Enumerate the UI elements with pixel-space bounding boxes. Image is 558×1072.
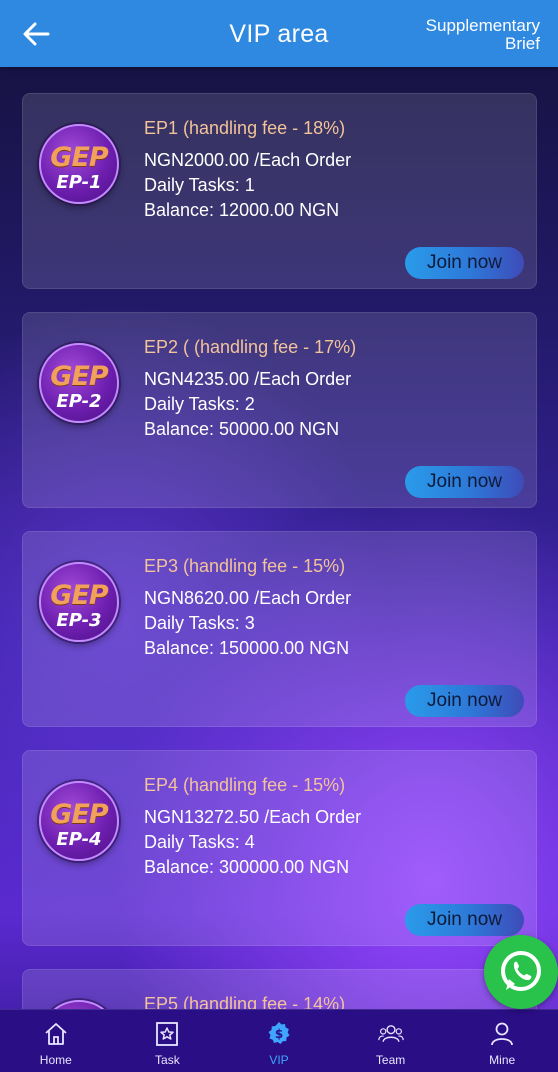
- daily-tasks: Daily Tasks: 3: [144, 613, 255, 633]
- badge-level: EP-2: [56, 391, 102, 412]
- tab-vip-label: VIP: [269, 1053, 289, 1067]
- balance: Balance: 50000.00 NGN: [144, 419, 340, 439]
- tab-team-label: Team: [375, 1053, 406, 1067]
- daily-tasks: Daily Tasks: 1: [144, 175, 255, 195]
- join-now-button[interactable]: Join now: [405, 247, 524, 279]
- join-now-button[interactable]: Join now: [405, 685, 524, 717]
- card-details: EP2 ( (handling fee - 17%) NGN4235.00 /E…: [144, 336, 524, 442]
- badge-logo: GEP: [50, 799, 108, 830]
- badge-logo: GEP: [50, 580, 108, 611]
- vip-card-ep2: GEP EP-2 EP2 ( (handling fee - 17%) NGN4…: [22, 312, 537, 508]
- vip-icon: $: [268, 1022, 290, 1044]
- vip-card-ep3: GEP EP-3 EP3 (handling fee - 15%) NGN862…: [22, 531, 537, 727]
- daily-tasks: Daily Tasks: 4: [144, 832, 255, 852]
- ep-badge-icon: GEP EP-1: [39, 124, 119, 204]
- order-price: NGN4235.00 /Each Order: [144, 369, 352, 389]
- daily-tasks: Daily Tasks: 2: [144, 394, 255, 414]
- tab-task-label: Task: [155, 1053, 180, 1067]
- task-icon: [156, 1022, 179, 1046]
- team-icon: [377, 1025, 404, 1043]
- card-details: EP3 (handling fee - 15%) NGN8620.00 /Eac…: [144, 555, 524, 661]
- badge-logo: GEP: [50, 361, 108, 392]
- vip-card-ep1: GEP EP-1 EP1 (handling fee - 18%) NGN200…: [22, 93, 537, 289]
- order-price: NGN8620.00 /Each Order: [144, 588, 352, 608]
- home-icon: [45, 1023, 67, 1045]
- badge-level: EP-4: [56, 829, 102, 850]
- join-now-button[interactable]: Join now: [405, 466, 524, 498]
- card-title: EP4 (handling fee - 15%): [144, 775, 346, 795]
- join-now-button[interactable]: Join now: [405, 904, 524, 936]
- badge-level: EP-3: [56, 610, 102, 631]
- ep-badge-icon: GEP EP-2: [39, 343, 119, 423]
- user-icon: [491, 1022, 514, 1046]
- tab-home-label: Home: [39, 1053, 72, 1067]
- balance: Balance: 300000.00 NGN: [144, 857, 350, 877]
- badge-level: EP-1: [56, 172, 102, 193]
- card-title: EP2 ( (handling fee - 17%): [144, 337, 357, 357]
- ep-badge-icon: GEP EP-3: [39, 562, 119, 642]
- svg-text:$: $: [275, 1027, 283, 1041]
- tab-home[interactable]: Home: [0, 1010, 112, 1072]
- whatsapp-chat-button[interactable]: [484, 935, 558, 1009]
- whatsapp-icon: [501, 951, 541, 991]
- badge-logo: GEP: [50, 142, 108, 173]
- balance: Balance: 150000.00 NGN: [144, 638, 350, 658]
- ep-badge-icon: GEP EP-4: [39, 781, 119, 861]
- card-details: EP4 (handling fee - 15%) NGN13272.50 /Ea…: [144, 774, 524, 880]
- card-title: EP3 (handling fee - 15%): [144, 556, 346, 576]
- tab-task[interactable]: Task: [112, 1010, 224, 1072]
- supplementary-brief-link[interactable]: Supplementary Brief: [400, 17, 540, 53]
- order-price: NGN2000.00 /Each Order: [144, 150, 352, 170]
- bottom-tab-bar: Home Task $ VIP Team Mine: [0, 1009, 558, 1072]
- balance: Balance: 12000.00 NGN: [144, 200, 340, 220]
- tab-mine[interactable]: Mine: [446, 1010, 558, 1072]
- card-details: EP1 (handling fee - 18%) NGN2000.00 /Eac…: [144, 117, 524, 223]
- tab-vip[interactable]: $ VIP: [223, 1010, 335, 1072]
- card-title: EP1 (handling fee - 18%): [144, 118, 346, 138]
- top-bar: VIP area Supplementary Brief: [0, 0, 558, 67]
- order-price: NGN13272.50 /Each Order: [144, 807, 362, 827]
- tab-team[interactable]: Team: [335, 1010, 447, 1072]
- tab-mine-label: Mine: [489, 1053, 516, 1067]
- vip-card-ep4: GEP EP-4 EP4 (handling fee - 15%) NGN132…: [22, 750, 537, 946]
